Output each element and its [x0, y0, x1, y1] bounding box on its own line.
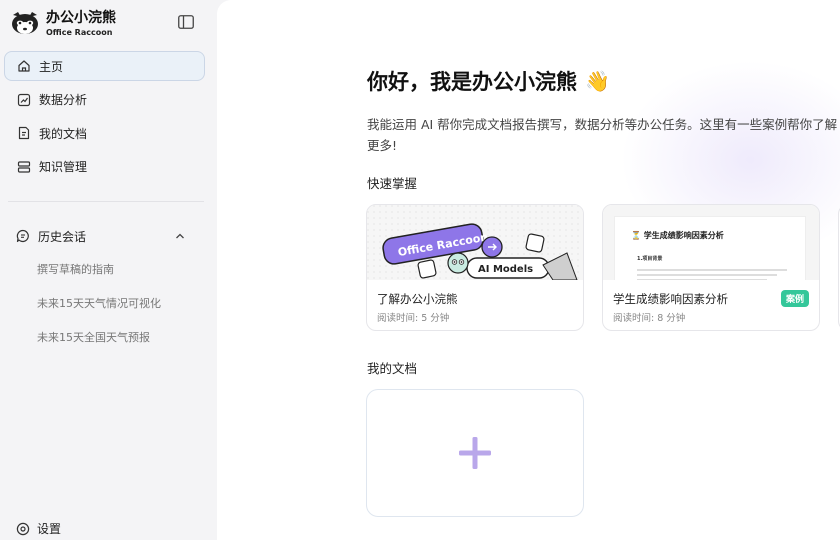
history-header[interactable]: 历史会话 — [4, 222, 205, 250]
settings-icon — [16, 522, 30, 535]
plus-icon — [459, 437, 491, 469]
sidebar: 办公小浣熊 Office Raccoon 主页 数据分析 我的文档 知识管理 历… — [0, 0, 217, 540]
home-icon — [18, 60, 30, 72]
settings-button[interactable]: 设置 — [16, 520, 61, 537]
nav-label: 知识管理 — [39, 160, 88, 174]
document-preview: ⏳ 学生成绩影响因素分析 1.项目背景 — [615, 217, 805, 280]
chevron-up-icon[interactable] — [175, 231, 185, 241]
greeting-text: 你好，我是办公小浣熊 — [367, 70, 577, 94]
preview-subheading: 1.项目背景 — [637, 256, 663, 262]
chat-history-icon — [16, 229, 29, 243]
brand-subtitle: Office Raccoon — [46, 28, 113, 37]
nav-item-data-analysis[interactable]: 数据分析 — [4, 85, 205, 115]
my-docs-heading: 我的文档 — [367, 361, 418, 376]
intro-text: 我能运用 AI 帮你完成文档报告撰写，数据分析等办公任务。这里有一些案例帮你了解… — [367, 117, 838, 153]
database-icon — [17, 160, 31, 173]
nav-item-knowledge[interactable]: 知识管理 — [4, 152, 205, 182]
card-title: 学生成绩影响因素分析 — [613, 292, 728, 306]
document-icon — [18, 126, 30, 140]
nav-label: 我的文档 — [39, 126, 88, 141]
nav-item-my-docs[interactable]: 我的文档 — [4, 118, 205, 148]
raccoon-illustration-icon: Office Raccoon AI Models — [367, 205, 583, 280]
nav-label: 主页 — [39, 59, 64, 74]
nav-label: 数据分析 — [39, 93, 88, 107]
settings-label: 设置 — [37, 522, 62, 536]
main-panel: 你好，我是办公小浣熊 👋 我能运用 AI 帮你完成文档报告撰写，数据分析等办公任… — [217, 0, 840, 540]
sidebar-divider — [8, 201, 204, 202]
preview-line — [637, 279, 767, 280]
card-title: 了解办公小浣熊 — [377, 292, 458, 306]
greeting-heading: 你好，我是办公小浣熊 👋 — [367, 66, 610, 96]
guide-card-intro[interactable]: Office Raccoon AI Models 了解办公小浣熊 阅读时间: 5… — [366, 204, 584, 331]
brand-title: 办公小浣熊 — [46, 10, 116, 26]
card-read-time: 阅读时间: 5 分钟 — [377, 313, 450, 324]
case-card-student-scores[interactable]: ⏳ 学生成绩影响因素分析 1.项目背景 学生成绩影响因素分析 案例 阅读时间: … — [602, 204, 820, 331]
raccoon-logo-icon — [12, 12, 38, 34]
sidebar-toggle-icon[interactable] — [178, 15, 194, 29]
case-badge: 案例 — [780, 290, 809, 307]
history-item[interactable]: 撰写草稿的指南 — [37, 258, 161, 292]
preview-line — [637, 269, 787, 271]
waving-hand-icon: 👋 — [585, 69, 610, 93]
thumb-tag-ai-models: AI Models — [478, 264, 533, 275]
history-item[interactable]: 未来15天天气情况可视化 — [37, 292, 161, 326]
history-list: 撰写草稿的指南 未来15天天气情况可视化 未来15天全国天气预报 — [37, 258, 161, 360]
quick-start-heading: 快速掌握 — [367, 176, 418, 191]
preview-line — [637, 274, 777, 276]
preview-heading: ⏳ 学生成绩影响因素分析 — [631, 231, 724, 240]
brand[interactable]: 办公小浣熊 Office Raccoon — [10, 10, 116, 38]
new-document-button[interactable] — [366, 389, 584, 517]
nav-item-home[interactable]: 主页 — [4, 51, 205, 81]
card-thumbnail: ⏳ 学生成绩影响因素分析 1.项目背景 — [603, 205, 819, 280]
main-nav: 主页 数据分析 我的文档 知识管理 — [4, 51, 205, 185]
history-label: 历史会话 — [38, 229, 87, 244]
chart-icon — [17, 93, 31, 106]
history-item[interactable]: 未来15天全国天气预报 — [37, 326, 161, 360]
card-read-time: 阅读时间: 8 分钟 — [613, 313, 686, 324]
card-thumbnail: Office Raccoon AI Models — [367, 205, 583, 280]
